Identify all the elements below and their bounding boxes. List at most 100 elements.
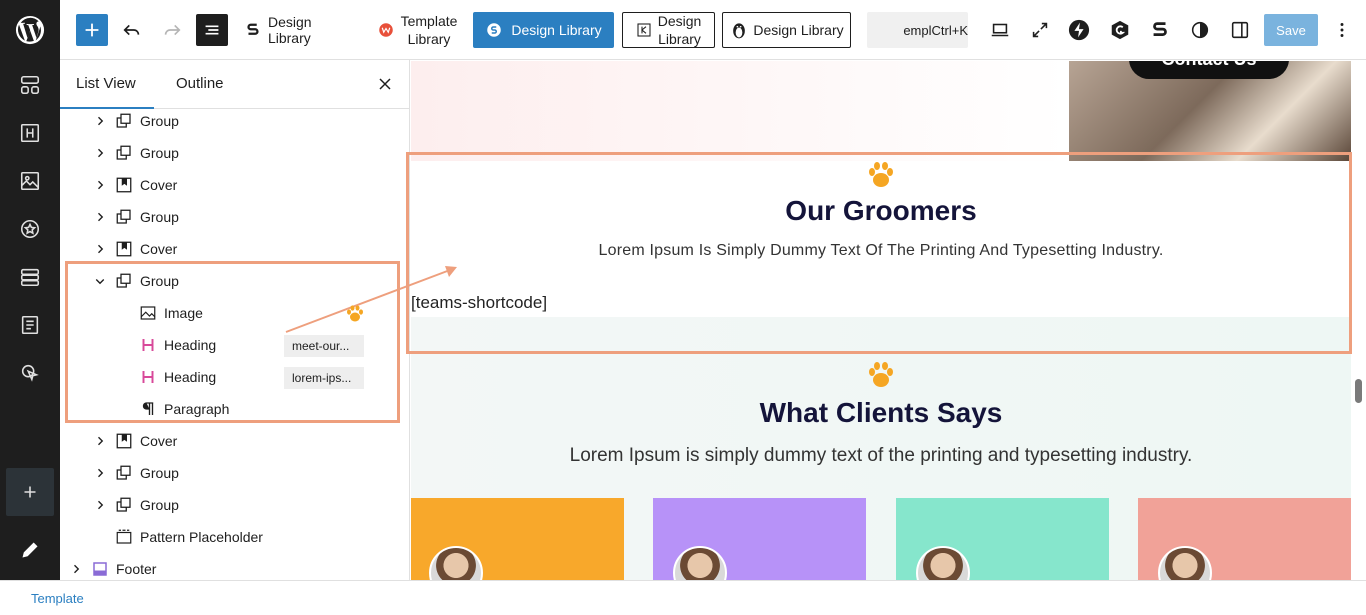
spectra-button[interactable] [1065,12,1093,48]
chevron-right-icon[interactable] [92,177,108,193]
list-view-row-group[interactable]: Group [60,489,409,521]
bolt-circle-icon [1068,19,1090,41]
chevron-right-icon[interactable] [92,433,108,449]
group-icon [115,144,133,162]
list-view-row-footer[interactable]: Footer [60,553,409,580]
list-view-row-label: Cover [140,177,178,193]
chevron-right-icon[interactable] [92,241,108,257]
footer-icon [91,560,109,578]
pencil-icon[interactable] [0,526,60,574]
design-library-button-1[interactable]: Design Library [244,12,358,48]
close-panel-button[interactable] [375,74,395,94]
kadence-logo-icon [637,23,651,37]
admin-sidebar [0,0,60,580]
g-hexagon-icon [1111,20,1129,40]
list-view-row-label: Group [140,113,179,129]
badge-icon[interactable] [0,205,60,253]
starter-templates-icon [487,23,502,37]
list-view-row-pattern-placeholder[interactable]: Pattern Placeholder [60,521,409,553]
save-label: Save [1276,22,1306,38]
sidebar-icon [1231,21,1249,39]
heading-block-icon[interactable] [0,109,60,157]
group-icon [115,464,133,482]
editor-footer: Template [0,580,1366,615]
design-library-label-outline-1: Design Library [657,13,702,47]
paw-icon [869,362,893,387]
chevron-right-icon[interactable] [92,209,108,225]
scrollbar-thumb[interactable] [1355,379,1362,403]
avatar [429,546,483,580]
panel-tabs: List View Outline [60,60,409,109]
testimonial-card-1[interactable] [411,498,624,580]
form-icon[interactable] [0,301,60,349]
generateblocks-button[interactable] [1106,12,1134,48]
testimonial-card-2[interactable] [653,498,866,580]
chevron-right-icon[interactable] [92,113,108,129]
chevron-right-icon[interactable] [92,497,108,513]
cursor-click-icon[interactable] [0,349,60,397]
chevron-right-icon[interactable] [92,145,108,161]
template-library-button[interactable]: Template Library [374,12,460,48]
clients-heading[interactable]: What Clients Says [411,397,1351,429]
editor-app: Design Library Template Library Design L… [0,0,1366,615]
list-view-row-group[interactable]: Group [60,457,409,489]
editor-toolbar: Design Library Template Library Design L… [60,0,1366,60]
design-library-button-outline-2[interactable]: Design Library [722,12,851,48]
group-icon [115,208,133,226]
avatar [673,546,727,580]
chevron-right-icon[interactable] [68,561,84,577]
design-library-button-outline-1[interactable]: Design Library [622,12,715,48]
list-view-row-label: Pattern Placeholder [140,529,263,545]
stackable-button[interactable] [1146,12,1174,48]
save-button[interactable]: Save [1264,14,1318,46]
wordpress-logo-icon[interactable] [0,6,60,54]
list-view-row-label: Group [140,145,179,161]
list-view-row-group[interactable]: Group [60,137,409,169]
testimonial-card-4[interactable] [1138,498,1351,580]
template-library-text: Template Library [400,13,458,47]
template-library-logo-icon [378,23,393,37]
settings-sidebar-button[interactable] [1226,12,1254,48]
command-search-input[interactable]: empl Ctrl+K [867,12,968,48]
laptop-icon [991,23,1009,37]
undo-button[interactable] [118,12,146,48]
patterns-icon[interactable] [0,61,60,109]
chevron-right-icon[interactable] [92,465,108,481]
clients-subheading[interactable]: Lorem Ipsum is simply dummy text of the … [411,445,1351,467]
avatar [1158,546,1212,580]
styles-button[interactable] [1186,12,1214,48]
close-icon [379,78,391,90]
list-view-row-group[interactable]: Group [60,201,409,233]
fullscreen-button[interactable] [1026,12,1054,48]
design-library-label-blue: Design Library [511,22,602,38]
preview-device-button[interactable] [986,12,1014,48]
testimonial-card-3[interactable] [896,498,1109,580]
tab-list-view[interactable]: List View [60,60,154,109]
breadcrumb-template[interactable]: Template [31,591,84,606]
pattern-placeholder-icon [115,528,133,546]
tab-outline[interactable]: Outline [176,60,224,108]
block-inserter-button[interactable] [76,14,108,46]
spectra-logo-icon [247,23,259,35]
design-library-label-outline-2: Design Library [753,22,844,38]
search-shortcut: Ctrl+K [931,22,968,38]
document-overview-button[interactable] [196,14,228,46]
cover-icon [115,240,133,258]
redo-icon [164,24,181,36]
list-view-row-group[interactable]: Group [60,105,409,137]
image-icon[interactable] [0,157,60,205]
list-view-row-cover[interactable]: Cover [60,425,409,457]
canvas-scrollbar[interactable] [1351,61,1366,580]
undo-icon [123,24,140,36]
options-menu-button[interactable] [1330,12,1354,48]
contact-us-button[interactable]: Contact Us [1129,61,1289,79]
list-view-row-label: Cover [140,433,178,449]
group-icon [115,112,133,130]
layout-icon[interactable] [0,253,60,301]
cover-icon [115,432,133,450]
add-new-icon[interactable] [0,468,60,516]
redo-button[interactable] [158,12,186,48]
list-view-row-cover[interactable]: Cover [60,169,409,201]
design-library-button-blue[interactable]: Design Library [473,12,614,48]
highlight-box-canvas-group [406,152,1352,354]
